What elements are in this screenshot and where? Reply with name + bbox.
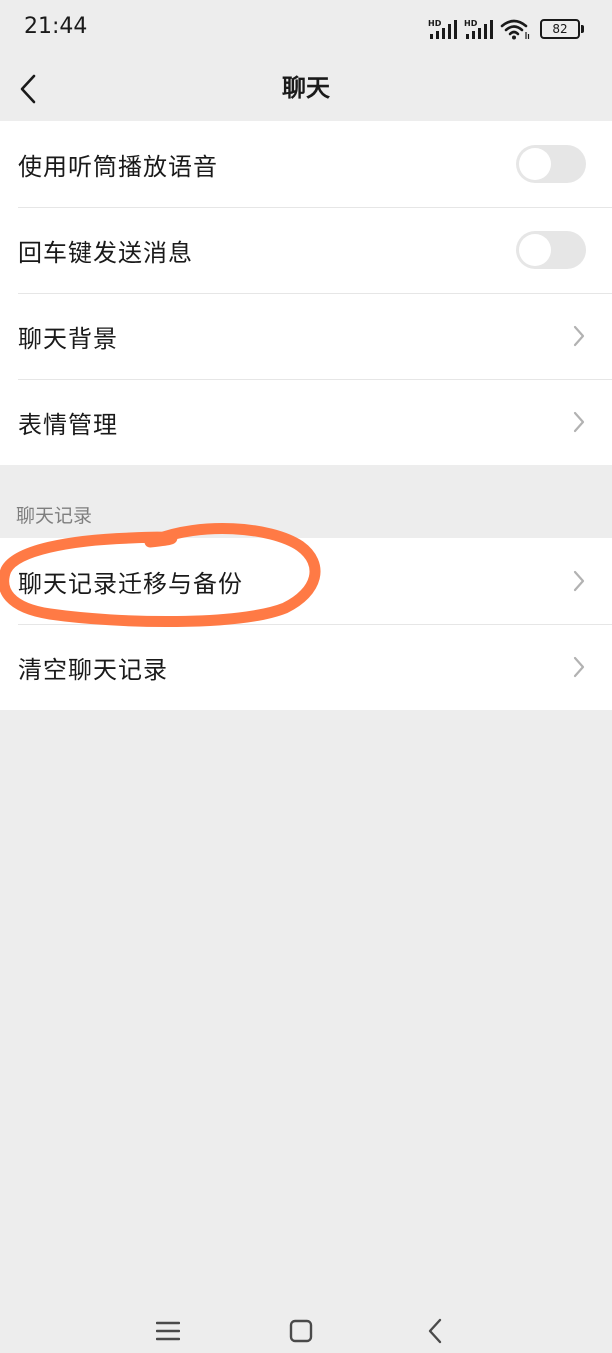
page-title: 聊天 <box>282 74 330 102</box>
setting-label: 表情管理 <box>18 410 118 439</box>
signal-icon: HD <box>428 19 457 39</box>
system-home-button[interactable] <box>283 1315 319 1347</box>
setting-chat-history-migrate-backup[interactable]: 聊天记录迁移与备份 <box>0 538 612 624</box>
chat-history-group: 聊天记录迁移与备份 清空聊天记录 <box>0 538 612 710</box>
nav-bar: 聊天 <box>0 58 612 120</box>
back-chevron-icon <box>428 1318 442 1344</box>
section-header-chat-history: 聊天记录 <box>16 505 93 527</box>
system-menu-button[interactable] <box>150 1315 186 1347</box>
earpiece-voice-toggle[interactable] <box>516 145 586 183</box>
chevron-right-icon <box>573 325 585 347</box>
battery-indicator: 82 <box>540 19 584 39</box>
settings-group: 使用听筒播放语音 回车键发送消息 聊天背景 表情管理 <box>0 121 612 465</box>
toggle-knob <box>519 148 551 180</box>
setting-label: 回车键发送消息 <box>18 238 193 267</box>
status-time: 21:44 <box>24 14 88 39</box>
setting-enter-to-send[interactable]: 回车键发送消息 <box>0 207 612 293</box>
setting-earpiece-voice[interactable]: 使用听筒播放语音 <box>0 121 612 207</box>
status-bar: 21:44 HD HD 82 <box>0 0 612 58</box>
signal-hd-label: HD <box>464 19 478 28</box>
setting-clear-chat-history[interactable]: 清空聊天记录 <box>0 624 612 710</box>
enter-to-send-toggle[interactable] <box>516 231 586 269</box>
signal-hd-label: HD <box>428 19 442 28</box>
menu-icon <box>156 1321 180 1341</box>
setting-label: 聊天背景 <box>18 324 118 353</box>
chevron-right-icon <box>573 411 585 433</box>
setting-label: 聊天记录迁移与备份 <box>18 569 243 598</box>
system-back-button[interactable] <box>417 1315 453 1347</box>
setting-label: 清空聊天记录 <box>18 655 168 684</box>
signal-icon: HD <box>464 19 493 39</box>
setting-chat-background[interactable]: 聊天背景 <box>0 293 612 379</box>
wifi-icon <box>500 19 530 40</box>
toggle-knob <box>519 234 551 266</box>
home-square-icon <box>289 1319 313 1343</box>
chevron-right-icon <box>573 570 585 592</box>
setting-sticker-management[interactable]: 表情管理 <box>0 379 612 465</box>
chevron-right-icon <box>573 656 585 678</box>
system-nav-bar <box>0 1313 612 1353</box>
setting-label: 使用听筒播放语音 <box>18 152 218 181</box>
status-icons: HD HD 82 <box>428 16 584 42</box>
